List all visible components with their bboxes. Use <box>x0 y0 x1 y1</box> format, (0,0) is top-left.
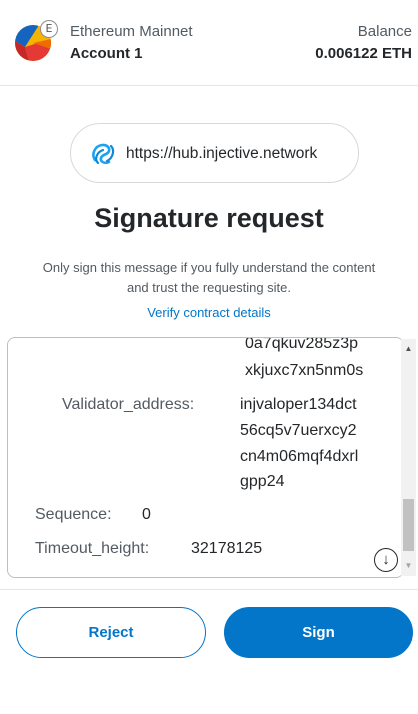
origin-pill: https://hub.injective.network <box>70 123 359 183</box>
network-badge: E <box>40 20 58 38</box>
timeout-height-value: 32178125 <box>191 540 263 557</box>
sign-button[interactable]: Sign <box>224 607 413 658</box>
network-name: Ethereum Mainnet <box>70 23 193 40</box>
message-value: xkjuxc7xn5nm0s <box>245 362 364 379</box>
sequence-value: 0 <box>142 506 151 523</box>
validator-address-value: injvaloper134dct <box>240 396 357 413</box>
account-header: E Ethereum Mainnet Account 1 Balance 0.0… <box>0 0 418 86</box>
scroll-down-arrow-icon[interactable]: ▼ <box>401 560 416 572</box>
validator-address-value: 56cq5v7uerxcy2 <box>240 422 357 439</box>
validator-address-value: cn4m06mqf4dxrl <box>240 448 359 465</box>
warning-text: Only sign this message if you fully unde… <box>42 260 376 295</box>
message-scrollbar[interactable]: ▲ ▼ <box>401 339 416 576</box>
footer-divider <box>0 589 418 590</box>
reject-button[interactable]: Reject <box>16 607 206 658</box>
arrow-down-icon[interactable]: ↓ <box>374 548 398 572</box>
injective-logo-icon <box>89 140 117 168</box>
sequence-label: Sequence: <box>35 506 112 523</box>
scrollbar-thumb[interactable] <box>403 499 414 551</box>
balance-label: Balance <box>357 23 412 40</box>
message-value: 0a7qkuv285z3p <box>245 337 358 352</box>
message-box[interactable]: 0a7qkuv285z3p xkjuxc7xn5nm0s Validator_a… <box>7 337 404 578</box>
timeout-height-label: Timeout_height: <box>35 540 150 557</box>
verify-contract-link[interactable]: Verify contract details <box>0 305 418 320</box>
account-name: Account 1 <box>70 45 143 62</box>
scroll-up-arrow-icon[interactable]: ▲ <box>401 343 416 355</box>
validator-address-value: gpp24 <box>240 473 285 490</box>
validator-address-label: Validator_address: <box>62 396 195 413</box>
origin-url: https://hub.injective.network <box>126 145 318 162</box>
balance-value: 0.006122 ETH <box>315 45 412 62</box>
page-title: Signature request <box>94 203 324 233</box>
